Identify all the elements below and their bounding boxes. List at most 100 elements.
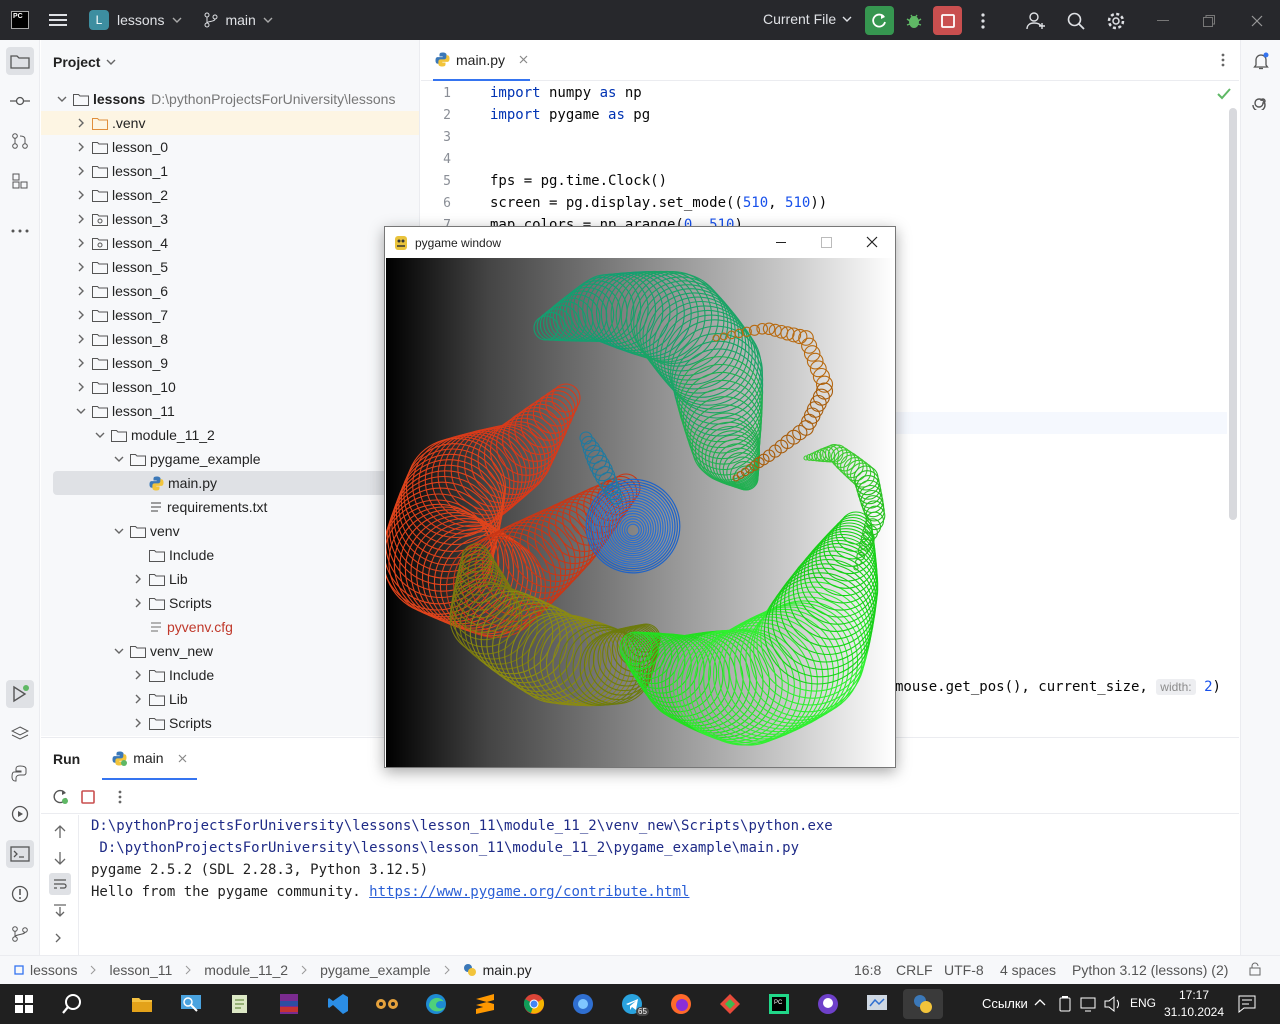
- python-console-tool-button[interactable]: [6, 760, 34, 788]
- code-with-me-button[interactable]: [1021, 6, 1050, 35]
- main-menu-icon[interactable]: [49, 13, 67, 27]
- settings-button[interactable]: [1101, 6, 1130, 35]
- commit-tool-button[interactable]: [6, 87, 34, 115]
- caret-position[interactable]: 16:8: [854, 962, 881, 978]
- terminal-tool-button[interactable]: [6, 840, 34, 868]
- lock-icon[interactable]: [1248, 962, 1262, 976]
- tree-root[interactable]: lessons D:\pythonProjectsForUniversity\l…: [41, 87, 419, 111]
- scroll-to-end-button[interactable]: [53, 903, 67, 917]
- tree-item[interactable]: Lib: [41, 687, 419, 711]
- git-app[interactable]: [710, 989, 750, 1019]
- tree-item[interactable]: Lib: [41, 567, 419, 591]
- maximize-button[interactable]: [821, 237, 832, 248]
- tree-item[interactable]: Include: [41, 543, 419, 567]
- tree-item[interactable]: lesson_8: [41, 327, 419, 351]
- tree-item[interactable]: lesson_5: [41, 255, 419, 279]
- run-tool-button[interactable]: [6, 680, 34, 708]
- tree-item[interactable]: lesson_6: [41, 279, 419, 303]
- vcs-branch-widget[interactable]: main: [204, 12, 273, 28]
- code-line-2[interactable]: import pygame as pg: [490, 107, 650, 123]
- line-separator[interactable]: CRLF: [896, 962, 933, 978]
- winrar-app[interactable]: [269, 989, 309, 1019]
- tray-expand-icon[interactable]: [1034, 998, 1046, 1006]
- pycharm-app[interactable]: PC: [759, 989, 799, 1019]
- editor-more-button[interactable]: [1221, 53, 1225, 67]
- pygame-canvas[interactable]: [386, 258, 895, 767]
- close-button[interactable]: [866, 236, 878, 248]
- notes-app[interactable]: [220, 989, 260, 1019]
- tree-item[interactable]: venv_new: [41, 639, 419, 663]
- tree-item[interactable]: lesson_11: [41, 399, 419, 423]
- code-line-1[interactable]: import numpy as np: [490, 85, 642, 101]
- tree-item[interactable]: Scripts: [41, 591, 419, 615]
- tree-item[interactable]: Scripts: [41, 711, 419, 735]
- ai-assistant-button[interactable]: [1247, 87, 1275, 115]
- search-app[interactable]: [171, 989, 211, 1019]
- github-app[interactable]: [808, 989, 848, 1019]
- scroll-down-button[interactable]: [54, 851, 66, 865]
- no-problems-check-icon[interactable]: [1217, 88, 1231, 100]
- pygame-window-app[interactable]: [903, 989, 943, 1019]
- problems-tool-button[interactable]: [6, 880, 34, 908]
- more-tools-button[interactable]: [6, 217, 34, 245]
- tree-item[interactable]: lesson_0: [41, 135, 419, 159]
- game-app[interactable]: [367, 989, 407, 1019]
- firefox-app[interactable]: [661, 989, 701, 1019]
- structure-tool-button[interactable]: [6, 167, 34, 195]
- run-more-button[interactable]: [118, 790, 122, 804]
- rerun-button[interactable]: [53, 789, 69, 805]
- tab-main-py[interactable]: main.py: [433, 40, 531, 81]
- rerun-button[interactable]: [865, 6, 894, 35]
- pygame-title-bar[interactable]: pygame window: [385, 227, 895, 258]
- remote-app[interactable]: [857, 989, 897, 1019]
- tray-links-label[interactable]: Ссылки: [982, 996, 1028, 1011]
- breadcrumb-item[interactable]: lesson_11: [109, 962, 172, 978]
- file-encoding[interactable]: UTF-8: [944, 962, 984, 978]
- project-tool-button[interactable]: [6, 47, 34, 75]
- pycharm-logo[interactable]: PC: [11, 11, 29, 29]
- tree-item[interactable]: pygame_example: [41, 447, 419, 471]
- volume-icon[interactable]: [1104, 996, 1122, 1012]
- clock-time[interactable]: 17:17: [1170, 988, 1218, 1002]
- battery-icon[interactable]: [1058, 996, 1072, 1012]
- minimize-button[interactable]: [1148, 6, 1177, 35]
- tree-item[interactable]: requirements.txt: [41, 495, 419, 519]
- git-tool-button[interactable]: [6, 920, 34, 948]
- restore-button[interactable]: [1194, 6, 1223, 35]
- pull-requests-tool-button[interactable]: [6, 127, 34, 155]
- language-indicator[interactable]: ENG: [1130, 996, 1156, 1010]
- indent-setting[interactable]: 4 spaces: [1000, 962, 1056, 978]
- code-line-5[interactable]: fps = pg.time.Clock(): [490, 173, 667, 189]
- project-panel-header[interactable]: Project: [41, 40, 419, 84]
- code-line-6[interactable]: screen = pg.display.set_mode((510, 510)): [490, 195, 827, 211]
- more-actions-button[interactable]: [968, 6, 997, 35]
- tree-item[interactable]: pyvenv.cfg: [41, 615, 419, 639]
- tree-item[interactable]: lesson_2: [41, 183, 419, 207]
- edge-app[interactable]: [416, 989, 456, 1019]
- notifications-button[interactable]: [1247, 47, 1275, 75]
- tree-item[interactable]: lesson_9: [41, 351, 419, 375]
- tree-item[interactable]: module_11_2: [41, 423, 419, 447]
- clock-date[interactable]: 31.10.2024: [1163, 1005, 1225, 1019]
- soft-wrap-button[interactable]: [49, 873, 71, 895]
- tree-item[interactable]: main.py: [53, 471, 413, 495]
- code-line-tail[interactable]: mouse.get_pos(), current_size, width: 2): [895, 679, 1221, 695]
- python-packages-tool-button[interactable]: [6, 720, 34, 748]
- stop-button[interactable]: [933, 6, 962, 35]
- notification-center-icon[interactable]: [1238, 995, 1256, 1013]
- editor-scrollbar[interactable]: [1229, 108, 1237, 520]
- run-tab-main[interactable]: main: [102, 738, 197, 780]
- search-everywhere-button[interactable]: [1061, 6, 1090, 35]
- tree-item[interactable]: lesson_10: [41, 375, 419, 399]
- expand-toolbar-button[interactable]: [55, 933, 62, 943]
- file-explorer-app[interactable]: [122, 989, 162, 1019]
- project-widget[interactable]: L lessons: [89, 10, 182, 30]
- tree-item[interactable]: lesson_7: [41, 303, 419, 327]
- tree-item[interactable]: venv: [41, 519, 419, 543]
- close-icon[interactable]: [178, 754, 187, 763]
- tree-item[interactable]: Include: [41, 663, 419, 687]
- scroll-up-button[interactable]: [54, 825, 66, 839]
- close-window-button[interactable]: [1242, 6, 1271, 35]
- breadcrumb-item[interactable]: lessons: [30, 962, 77, 978]
- tree-item[interactable]: .venv: [41, 111, 419, 135]
